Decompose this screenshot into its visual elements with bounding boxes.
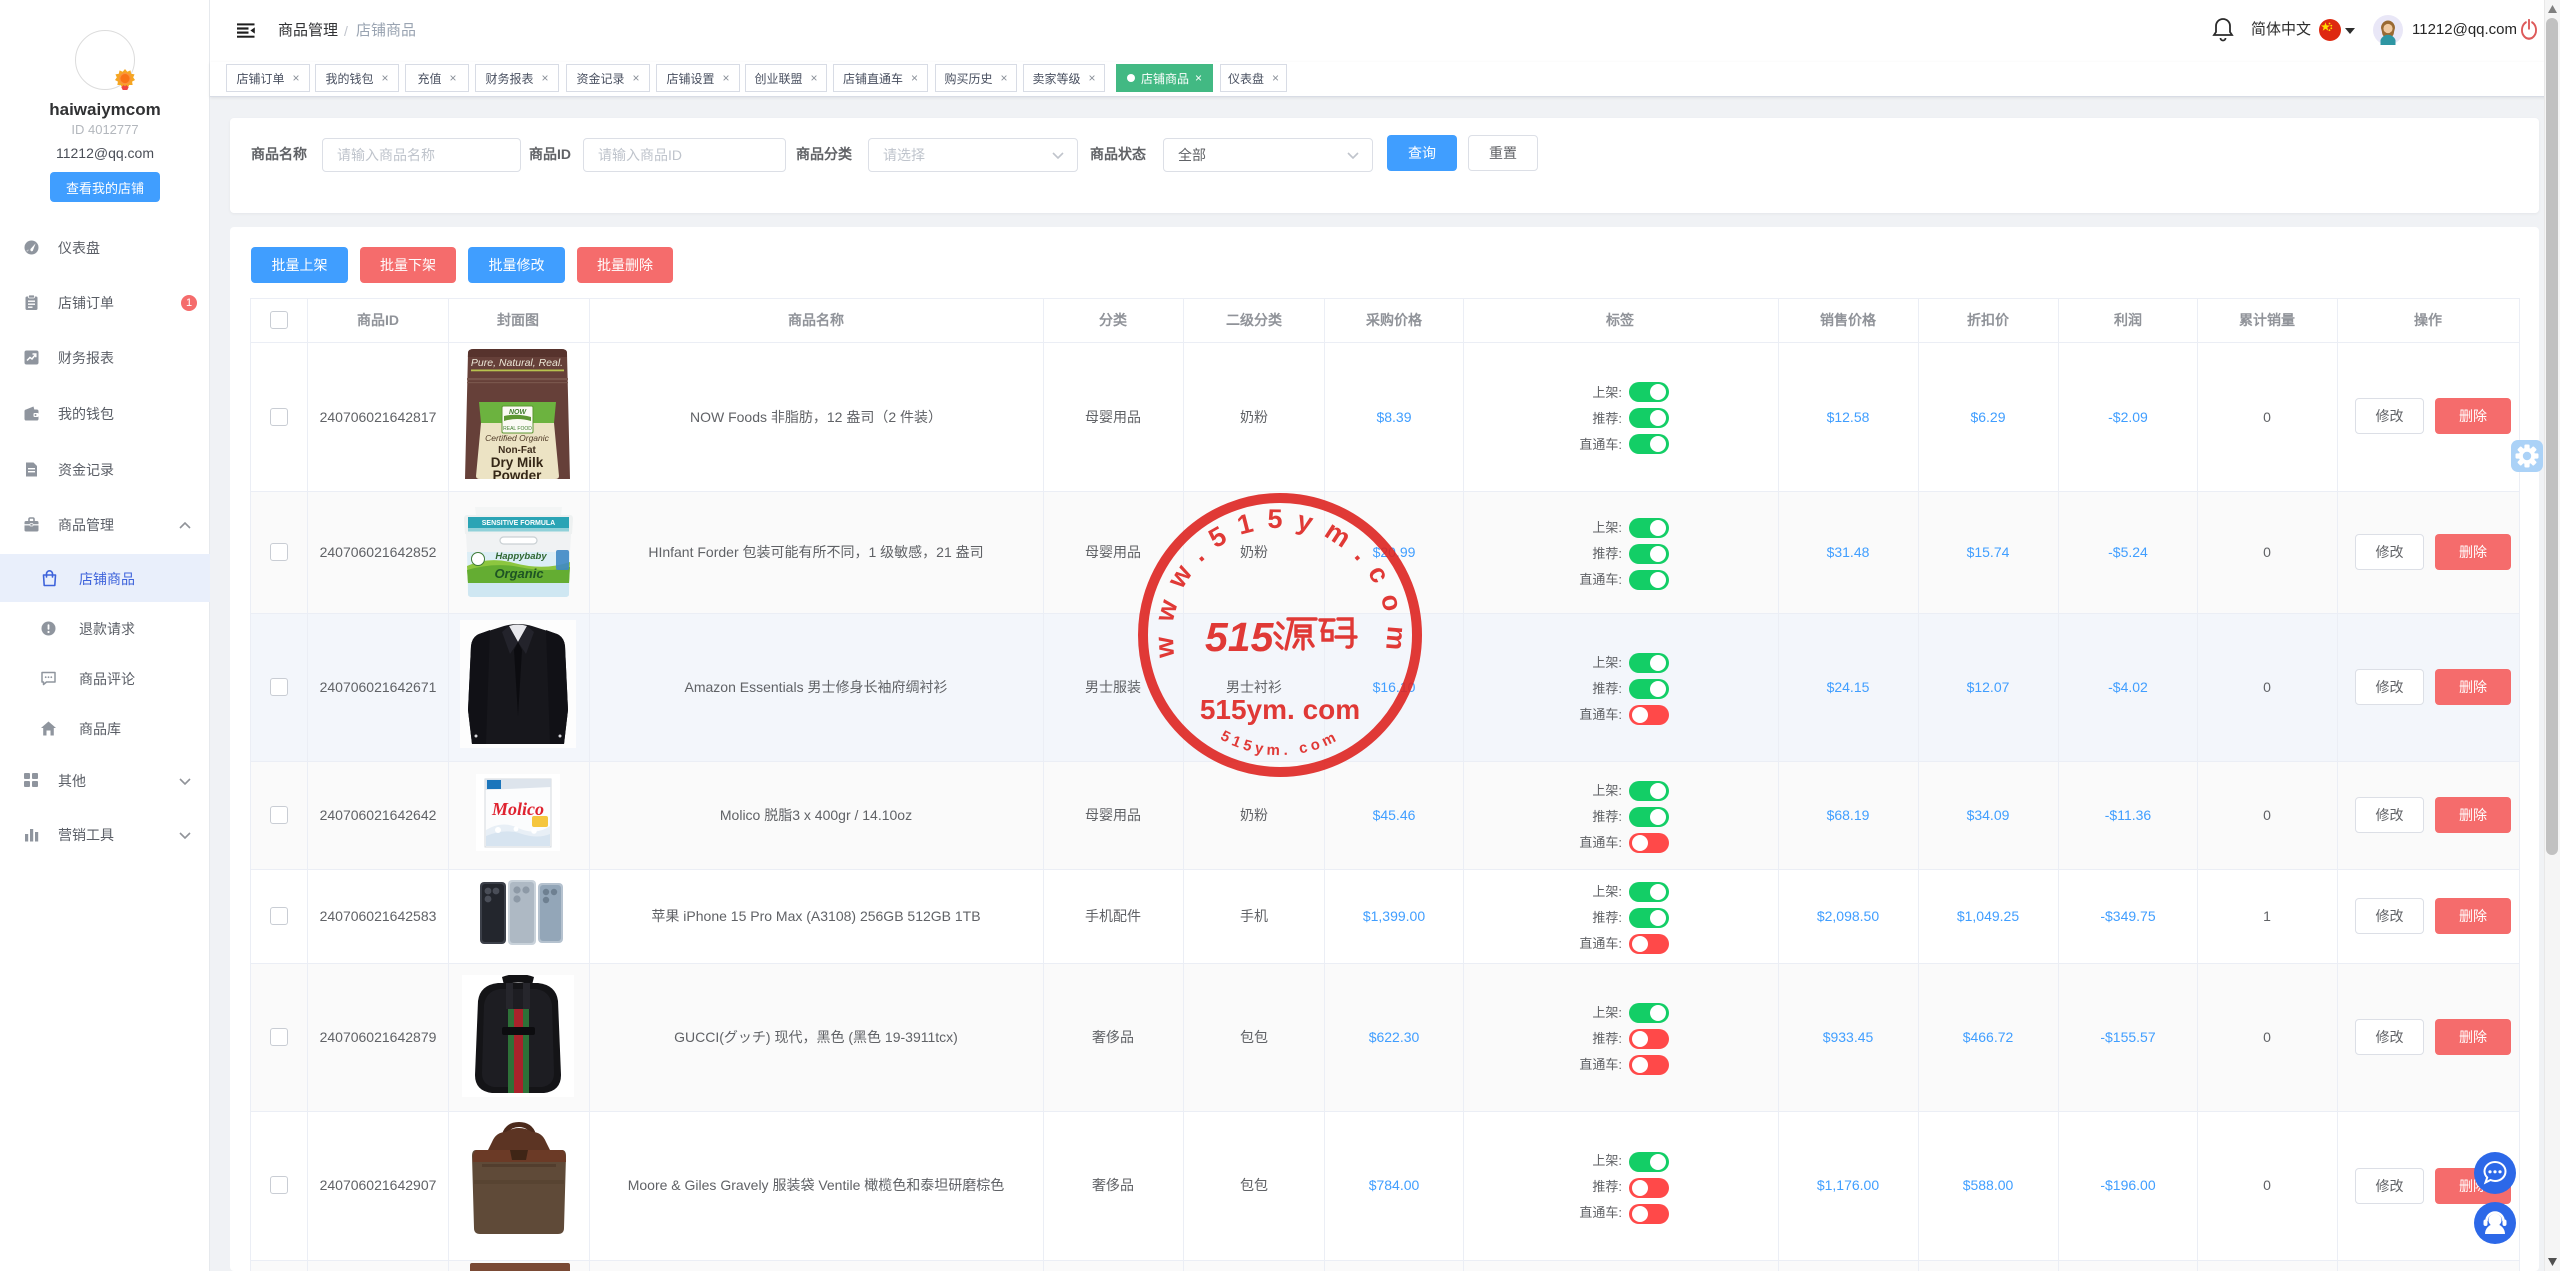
svg-text:Organic: Organic xyxy=(494,566,544,581)
svg-text:515ym. com: 515ym. com xyxy=(1200,694,1360,725)
svg-text:515ym. com: 515ym. com xyxy=(1218,727,1342,759)
svg-text:SENSITIVE FORMULA: SENSITIVE FORMULA xyxy=(482,520,556,527)
svg-text:Certified Organic: Certified Organic xyxy=(485,433,550,443)
svg-text:515: 515 xyxy=(1205,614,1275,660)
svg-text:Powder: Powder xyxy=(493,468,543,479)
svg-text:Happybaby: Happybaby xyxy=(495,551,547,562)
svg-text:Pure, Natural, Real.: Pure, Natural, Real. xyxy=(471,357,563,369)
svg-text:REAL FOOD: REAL FOOD xyxy=(503,426,532,432)
